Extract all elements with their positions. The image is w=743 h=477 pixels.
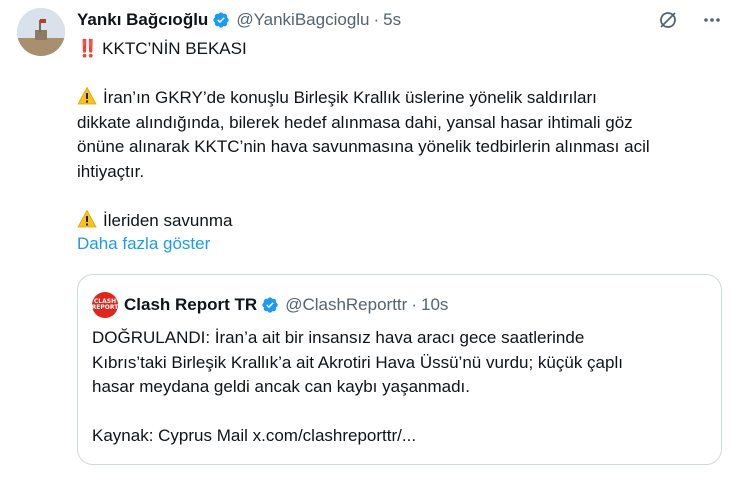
tweet-body-line: ihtiyaçtır. <box>77 161 145 181</box>
quoted-line: Kaynak: Cyprus Mail x.com/clashreporttr/… <box>92 426 417 445</box>
quoted-line: hasar meydana geldi ancak can kaybı yaşa… <box>92 377 471 396</box>
warning-icon <box>77 86 97 105</box>
grok-icon[interactable] <box>657 9 679 31</box>
double-exclamation-icon: ‼️ <box>77 39 99 58</box>
verified-badge-icon <box>261 296 279 314</box>
avatar-image <box>17 8 65 56</box>
tweet-text: ‼️ KKTC’NİN BEKASI İran’ın GKRY’de konuşl… <box>77 37 717 233</box>
quoted-tweet-header: CLASH REPORT Clash Report TR @ClashRepor… <box>92 292 449 318</box>
quoted-tweet-text: DOĞRULANDI: İran’a ait bir insansız hava… <box>92 326 712 449</box>
author-name[interactable]: Yankı Bağcıoğlu <box>77 10 208 30</box>
quoted-timestamp: 10s <box>421 295 449 314</box>
tweet-title-line: ‼️ KKTC’NİN BEKASI <box>77 37 717 62</box>
tweet-body-line: önüne alınarak KKTC’nin hava savunmasına… <box>77 137 650 156</box>
more-icon[interactable] <box>701 9 723 31</box>
tweet-header: Yankı Bağcıoğlu @YankiBagcioglu · 5s <box>77 9 723 31</box>
author-handle[interactable]: @YankiBagcioglu <box>236 10 369 30</box>
show-more-link[interactable]: Daha fazla göster <box>77 234 210 254</box>
quoted-author-handle: @ClashReporttr <box>285 295 408 314</box>
quoted-line <box>92 400 712 425</box>
separator: · <box>411 295 417 314</box>
warning-icon <box>77 209 97 227</box>
quoted-author-name: Clash Report TR <box>124 295 258 314</box>
tweet-title: KKTC’NİN BEKASI <box>102 39 247 58</box>
quoted-line: Kıbrıs’taki Birleşik Krallık’a ait Akrot… <box>92 352 623 372</box>
tweet-body-line: dikkate alındığında, bilerek hedef alınm… <box>77 112 633 132</box>
separator: · <box>373 10 380 29</box>
quoted-line: DOĞRULANDI: İran’a ait bir insansız hava… <box>92 328 585 347</box>
quoted-tweet[interactable]: CLASH REPORT Clash Report TR @ClashRepor… <box>77 274 722 465</box>
avatar[interactable] <box>17 8 65 56</box>
quoted-avatar[interactable]: CLASH REPORT <box>92 292 118 318</box>
clash-report-logo-text: CLASH REPORT <box>91 298 119 311</box>
verified-badge-icon <box>212 11 230 29</box>
timestamp[interactable]: 5s <box>383 10 401 30</box>
tweet-closing-line: İleriden savunma <box>77 209 717 234</box>
tweet-body-line: İran’ın GKRY’de konuşlu Birleşik Krallık… <box>77 86 717 111</box>
